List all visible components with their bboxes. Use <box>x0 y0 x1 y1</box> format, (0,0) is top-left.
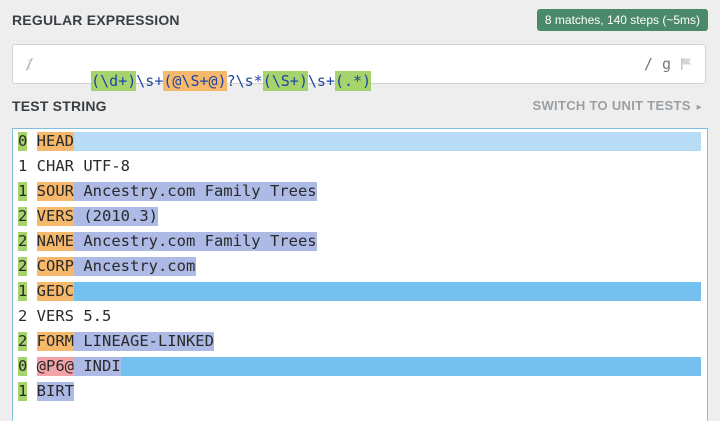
regex-input[interactable]: ⋮ / (\d+)\s+(@\S+@)?\s*(\S+)\s+(.*) / g <box>12 44 706 91</box>
test-line-text: 2 VERS (2010.3) <box>18 207 158 225</box>
test-line: 2 NAME Ancestry.com Family Trees <box>13 229 707 254</box>
test-line-text: 2 CORP Ancestry.com <box>18 257 196 275</box>
chevron-right-icon: ▸ <box>696 102 702 113</box>
match-info-badge: 8 matches, 140 steps (~5ms) <box>536 9 708 31</box>
match-line-highlight <box>120 357 701 376</box>
regex-group-1: (\d+) <box>91 71 137 91</box>
test-line: 1 SOUR Ancestry.com Family Trees <box>13 179 707 204</box>
test-line: 0 HEAD <box>13 129 707 154</box>
test-line-text: 1 BIRT <box>18 382 74 400</box>
regex-flags[interactable]: / g <box>644 55 671 73</box>
test-line-text: 1 CHAR UTF-8 <box>18 157 130 175</box>
test-line-text: 2 FORM LINEAGE-LINKED <box>18 332 214 350</box>
regex-token-ws-2: \s+ <box>307 72 335 90</box>
switch-to-unit-tests-link[interactable]: SWITCH TO UNIT TESTS ▸ <box>533 98 702 113</box>
test-line: 2 VERS 5.5 <box>13 304 707 329</box>
regex-section-label: REGULAR EXPRESSION <box>12 12 180 28</box>
test-line: 1 CHAR UTF-8 <box>13 154 707 179</box>
match-line-highlight <box>74 282 701 301</box>
test-string-label: TEST STRING <box>12 98 107 114</box>
match-line-highlight <box>74 132 701 151</box>
switch-to-unit-tests-text: SWITCH TO UNIT TESTS <box>532 98 691 113</box>
regex-token-ws: \s+ <box>136 72 164 90</box>
regex-token-optional: ?\s* <box>226 72 263 90</box>
regex-group-2: (@\S+@) <box>163 71 227 91</box>
test-line-text: 0 HEAD <box>18 132 74 150</box>
test-line-text: 0 @P6@ INDI <box>18 357 121 375</box>
test-line-text: 1 SOUR Ancestry.com Family Trees <box>18 182 317 200</box>
test-line: 1 GEDC <box>13 279 707 304</box>
regex-group-3: (\S+) <box>262 71 308 91</box>
test-line: 2 FORM LINEAGE-LINKED <box>13 329 707 354</box>
test-line-text: 1 GEDC <box>18 282 74 300</box>
test-line: 1 BIRT <box>13 379 707 404</box>
test-line: 2 VERS (2010.3) <box>13 204 707 229</box>
test-line-text: 2 VERS 5.5 <box>18 307 112 325</box>
test-line: 0 @P6@ INDI <box>13 354 707 379</box>
regex-delimiter: / <box>25 55 35 73</box>
regex-group-4: (.*) <box>334 71 372 91</box>
test-string-editor[interactable]: 0 HEAD 1 CHAR UTF-8 1 SOUR Ancestry.com Fa… <box>12 128 708 421</box>
test-line: 2 CORP Ancestry.com <box>13 254 707 279</box>
flag-icon[interactable] <box>679 57 693 71</box>
test-line-text: 2 NAME Ancestry.com Family Trees <box>18 232 317 250</box>
